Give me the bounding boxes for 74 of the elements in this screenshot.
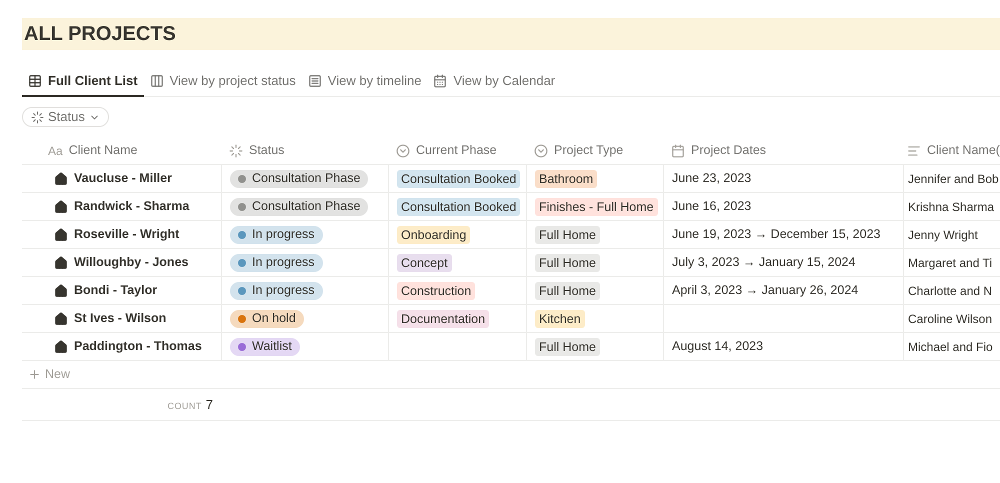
status-tag: On hold: [230, 310, 304, 328]
select-icon: [534, 144, 548, 158]
column-header[interactable]: Aa Client Name: [22, 137, 221, 164]
status-tag: In progress: [230, 282, 323, 300]
new-row-button[interactable]: New: [22, 361, 70, 388]
house-icon: [54, 340, 68, 354]
view-tab[interactable]: View by timeline: [302, 67, 428, 97]
view-tab[interactable]: View by project status: [144, 67, 302, 97]
cell-text: Krishna Sharma: [908, 198, 994, 216]
calendar-icon: [671, 144, 685, 158]
page-title: ALL PROJECTS: [24, 22, 176, 47]
cell-text: Jennifer and Bob: [908, 170, 999, 188]
date-text: June 23, 2023: [672, 170, 752, 188]
house-icon: [54, 172, 68, 186]
column-header[interactable]: Project Type: [526, 137, 663, 164]
view-icon: [308, 74, 322, 88]
select-tag: Consultation Booked: [397, 198, 520, 216]
view-icon: [150, 74, 164, 88]
text-lines-icon: [907, 144, 921, 158]
status-icon: [229, 144, 243, 158]
status-tag: In progress: [230, 226, 323, 244]
client-name[interactable]: Randwick - Sharma: [74, 197, 190, 216]
cell-text: Margaret and Ti: [908, 254, 992, 272]
cell-text: Charlotte and N: [908, 282, 992, 300]
date-text: April 3, 2023 → January 26, 2024: [672, 282, 858, 300]
select-tag: Full Home: [535, 338, 600, 356]
status-tag: Consultation Phase: [230, 198, 368, 216]
view-tab[interactable]: View by Calendar: [427, 67, 562, 97]
view-tab[interactable]: Full Client List: [22, 67, 144, 97]
status-tag: Waitlist: [230, 338, 300, 356]
select-tag: Full Home: [535, 282, 600, 300]
select-tag: Onboarding: [397, 226, 470, 244]
view-icon: [433, 74, 448, 88]
select-tag: Kitchen: [535, 310, 585, 328]
cell-text: Michael and Fio: [908, 338, 993, 356]
status-filter-button[interactable]: Status: [22, 107, 109, 127]
text-type-icon: Aa: [48, 142, 63, 160]
house-icon: [54, 228, 68, 242]
status-tag: In progress: [230, 254, 323, 272]
select-tag: Documentation: [397, 310, 490, 328]
select-tag: Finishes - Full Home: [535, 198, 658, 216]
select-tag: Full Home: [535, 254, 600, 272]
column-header[interactable]: Status: [221, 137, 388, 164]
column-header[interactable]: Client Name(: [903, 137, 1000, 164]
column-header[interactable]: Project Dates: [663, 137, 903, 164]
status-tag: Consultation Phase: [230, 170, 368, 188]
house-icon: [54, 312, 68, 326]
client-name[interactable]: Willoughby - Jones: [74, 253, 188, 272]
date-text: July 3, 2023 → January 15, 2024: [672, 254, 856, 272]
client-name[interactable]: Roseville - Wright: [74, 225, 180, 244]
client-name[interactable]: Paddington - Thomas: [74, 337, 202, 356]
date-text: August 14, 2023: [672, 338, 764, 356]
count-value: 7: [206, 396, 213, 414]
view-icon: [28, 74, 42, 88]
client-name[interactable]: Vaucluse - Miller: [74, 169, 172, 188]
cell-text: Caroline Wilson: [908, 310, 992, 328]
plus-icon: [28, 368, 41, 381]
select-tag: Bathroom: [535, 170, 598, 188]
client-name[interactable]: St Ives - Wilson: [74, 309, 166, 328]
select-icon: [396, 144, 410, 158]
select-tag: Consultation Booked: [397, 170, 520, 188]
house-icon: [54, 200, 68, 214]
count-label: COUNT: [168, 400, 202, 413]
column-header[interactable]: Current Phase: [388, 137, 526, 164]
select-tag: Concept: [397, 254, 452, 272]
client-name[interactable]: Bondi - Taylor: [74, 281, 158, 300]
select-tag: Full Home: [535, 226, 600, 244]
date-text: June 19, 2023 → December 15, 2023: [672, 226, 880, 244]
cell-text: Jenny Wright: [908, 226, 978, 244]
status-icon: [31, 110, 44, 124]
date-text: June 16, 2023: [672, 198, 752, 216]
house-icon: [54, 256, 68, 270]
house-icon: [54, 284, 68, 298]
select-tag: Construction: [397, 282, 476, 300]
